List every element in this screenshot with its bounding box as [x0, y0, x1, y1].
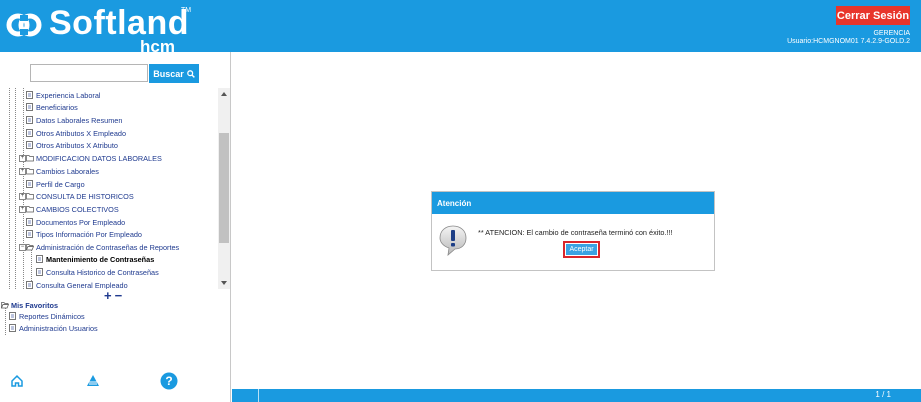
softland-logo: Softland TM hcm	[6, 4, 206, 56]
tree-item-datos-laborales-resumen[interactable]: Datos Laborales Resumen	[26, 114, 122, 126]
favorite-item-reportes-dinamicos[interactable]: Reportes Dinámicos	[9, 310, 85, 322]
tree-item-documentos-empleado[interactable]: Documentos Por Empleado	[26, 216, 125, 228]
status-separator	[258, 389, 259, 402]
tree-scrollbar[interactable]	[218, 88, 230, 289]
document-icon	[26, 141, 33, 149]
user-role: GERENCIA	[873, 30, 910, 37]
collapse-up-icon[interactable]	[84, 372, 102, 390]
favorites-section: Mis Favoritos Reportes Dinámicos Adminis…	[0, 299, 230, 349]
home-icon[interactable]	[8, 372, 26, 390]
document-icon	[26, 218, 33, 226]
tree-item-modificacion-datos-laborales[interactable]: MODIFICACION DATOS LABORALES	[26, 152, 162, 164]
trademark-mark: TM	[181, 7, 192, 14]
document-icon	[36, 255, 43, 263]
attention-dialog: Atención ** ATENCION: El cambio de contr…	[431, 191, 715, 271]
document-icon	[26, 91, 33, 99]
search-input[interactable]	[30, 64, 148, 82]
folder-icon	[26, 193, 34, 200]
tree-item-label: CAMBIOS COLECTIVOS	[36, 204, 119, 214]
expand-node-button[interactable]: +	[19, 193, 26, 200]
dialog-message: ** ATENCION: El cambio de contraseña ter…	[478, 228, 673, 237]
tree-item-label: Experiencia Laboral	[36, 90, 101, 100]
sidebar-bottom-icons: ?	[0, 372, 230, 394]
tree-item-label: Otros Atributos X Empleado	[36, 128, 127, 138]
softland-logo-icon	[6, 13, 42, 37]
tree-item-consulta-historico-contrasenas[interactable]: Consulta Historico de Contraseñas	[36, 266, 159, 278]
user-version-line: Usuario:HCMGNOM01 7.4.2.9-GOLD.2	[787, 38, 910, 45]
collapse-node-button[interactable]: −	[19, 244, 26, 251]
tree-item-consulta-historicos[interactable]: CONSULTA DE HISTORICOS	[26, 190, 134, 202]
expand-node-button[interactable]: +	[19, 206, 26, 213]
folder-open-icon	[26, 244, 34, 251]
scroll-down-icon[interactable]	[221, 281, 227, 285]
tree-item-label: Documentos Por Empleado	[36, 217, 126, 227]
document-icon	[26, 129, 33, 137]
tree-item-cambios-colectivos[interactable]: CAMBIOS COLECTIVOS	[26, 203, 119, 215]
folder-icon	[26, 155, 34, 162]
top-header: Softland TM hcm Cerrar Sesión GERENCIA U…	[0, 0, 921, 56]
favorites-title-label: Mis Favoritos	[11, 300, 59, 310]
tree-item-beneficiarios[interactable]: Beneficiarios	[26, 101, 78, 113]
folder-icon	[26, 168, 34, 175]
tree-item-label: Administración de Contraseñas de Reporte…	[36, 242, 180, 252]
tree-item-experiencia-laboral[interactable]: Experiencia Laboral	[26, 89, 101, 101]
tree-item-cambios-laborales[interactable]: Cambios Laborales	[26, 165, 99, 177]
expand-node-button[interactable]: +	[19, 155, 26, 162]
accept-button-label: Aceptar	[566, 244, 597, 255]
bottom-status-bar: 1 / 1	[232, 389, 921, 402]
tree-line	[5, 307, 6, 335]
tree-item-label: Perfil de Cargo	[36, 179, 85, 189]
page-indicator: 1 / 1	[875, 390, 891, 399]
document-icon	[36, 268, 43, 276]
document-icon	[26, 103, 33, 111]
tree-item-tipos-informacion[interactable]: Tipos Información Por Empleado	[26, 228, 142, 240]
tree-item-perfil-cargo[interactable]: Perfil de Cargo	[26, 178, 85, 190]
tree-item-label: MODIFICACION DATOS LABORALES	[36, 153, 162, 163]
folder-open-icon	[1, 302, 9, 309]
logout-button[interactable]: Cerrar Sesión	[836, 6, 910, 25]
tree-line	[9, 88, 10, 289]
menu-tree-content: Experiencia Laboral Beneficiarios Datos …	[0, 88, 218, 289]
svg-text:?: ?	[165, 374, 172, 388]
tree-item-label: Beneficiarios	[36, 102, 78, 112]
document-icon	[9, 324, 16, 332]
tree-item-label: Consulta Historico de Contraseñas	[46, 267, 159, 277]
document-icon	[26, 116, 33, 124]
document-icon	[9, 312, 16, 320]
tree-line	[15, 88, 16, 289]
expand-node-button[interactable]: +	[19, 168, 26, 175]
tree-item-label: Otros Atributos X Atributo	[36, 140, 118, 150]
tree-item-label: Tipos Información Por Empleado	[36, 229, 142, 239]
document-icon	[26, 230, 33, 238]
favorite-item-label: Reportes Dinámicos	[19, 311, 85, 321]
tree-line	[31, 248, 32, 283]
tree-item-label: CONSULTA DE HISTORICOS	[36, 191, 134, 201]
document-icon	[26, 281, 33, 289]
tree-item-label: Mantenimiento de Contraseñas	[46, 254, 155, 264]
search-button-label: Buscar	[153, 68, 184, 79]
left-sidebar: Buscar Experiencia Laboral Beneficiarios…	[0, 52, 231, 402]
tree-item-otros-atributos-atributo[interactable]: Otros Atributos X Atributo	[26, 139, 118, 151]
tree-item-mantenimiento-contrasenas[interactable]: Mantenimiento de Contraseñas	[36, 253, 154, 265]
dialog-title: Atención	[432, 192, 714, 214]
scrollbar-thumb[interactable]	[219, 133, 229, 243]
tree-item-admin-contrasenas-reportes[interactable]: Administración de Contraseñas de Reporte…	[26, 241, 179, 253]
tree-item-label: Datos Laborales Resumen	[36, 115, 123, 125]
favorite-item-administracion-usuarios[interactable]: Administración Usuarios	[9, 322, 98, 334]
folder-icon	[26, 206, 34, 213]
menu-tree: Experiencia Laboral Beneficiarios Datos …	[0, 88, 230, 289]
search-button[interactable]: Buscar	[149, 64, 199, 83]
tree-item-otros-atributos-empleado[interactable]: Otros Atributos X Empleado	[26, 127, 126, 139]
scroll-up-icon[interactable]	[221, 92, 227, 96]
help-icon[interactable]: ?	[160, 372, 178, 390]
accept-button[interactable]: Aceptar	[563, 241, 600, 258]
favorite-item-label: Administración Usuarios	[19, 323, 98, 333]
tree-line	[23, 88, 24, 289]
app-root: Softland TM hcm Cerrar Sesión GERENCIA U…	[0, 0, 921, 402]
search-icon	[186, 69, 195, 78]
warning-speech-icon	[439, 225, 467, 256]
tree-item-label: Cambios Laborales	[36, 166, 99, 176]
document-icon	[26, 180, 33, 188]
